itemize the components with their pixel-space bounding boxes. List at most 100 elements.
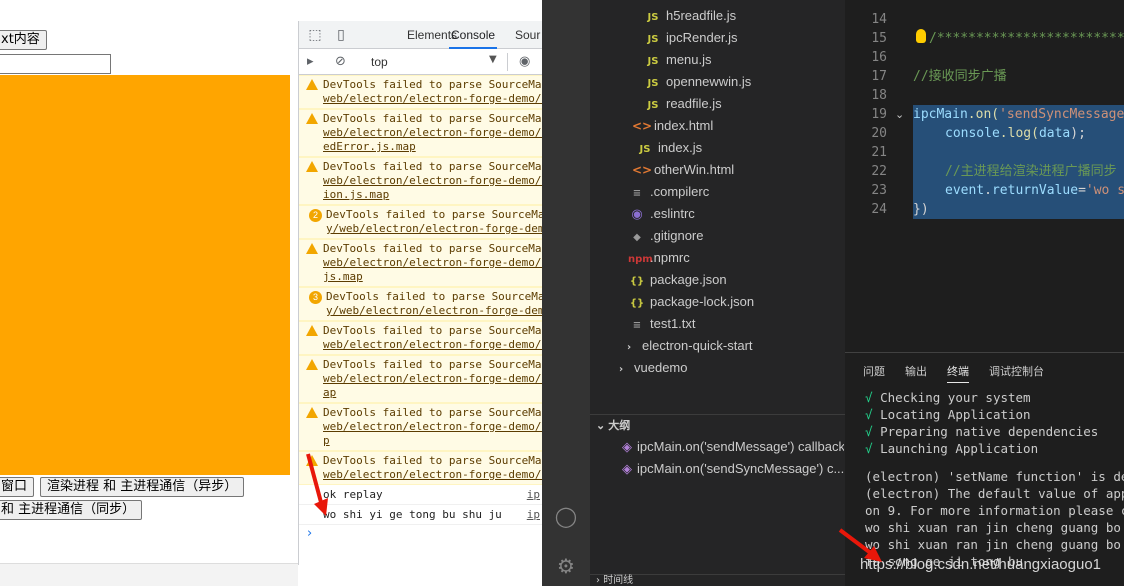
npm-file-icon: npm: [628, 254, 653, 265]
load-text-button[interactable]: xt内容: [0, 30, 47, 50]
warning-icon: [306, 161, 318, 172]
eye-icon[interactable]: ◉: [519, 54, 530, 69]
warning-icon: [306, 79, 318, 90]
source-link[interactable]: web/electron/electron-forge-demo/s: [323, 126, 542, 140]
timeline-header[interactable]: › 时间线: [590, 574, 845, 586]
source-link[interactable]: web/electron/electron-forge-demo/s: [323, 256, 542, 270]
vscode-window: ◯ ⚙ JS h5readfile.js JS ipcRender.js JS menu.…: [542, 0, 1124, 586]
file-item[interactable]: JS h5readfile.js: [644, 5, 737, 27]
file-item[interactable]: JS readfile.js: [644, 93, 722, 115]
console-toolbar: ▸ ⊘ top ▼ ◉: [299, 49, 542, 75]
file-item[interactable]: ◆ .gitignore: [628, 225, 703, 247]
warning-text: DevTools failed to parse SourceMap: [323, 358, 542, 371]
token-data: data: [1038, 126, 1071, 141]
cfg-file-icon: ◆: [633, 232, 641, 243]
fold-chevron-icon[interactable]: ⌄: [895, 105, 904, 124]
file-item[interactable]: npm.npmrc: [628, 247, 690, 269]
account-icon[interactable]: ◯: [554, 504, 578, 528]
inspect-element-icon[interactable]: ⬚: [307, 27, 323, 43]
line-number: 19: [871, 107, 887, 122]
source-link-cont[interactable]: js.map: [323, 270, 542, 284]
code-line-17: //接收同步广播: [913, 69, 1007, 84]
warning-text: DevTools failed to parse SourceMa: [326, 290, 542, 303]
tab-sources[interactable]: Sour: [515, 21, 540, 49]
warning-icon: [306, 325, 318, 336]
context-selector[interactable]: top: [371, 55, 388, 69]
terminal-line: (electron) The default value of app.a: [865, 486, 1124, 501]
terminal-text: Checking your system: [880, 390, 1031, 405]
lightbulb-icon[interactable]: [916, 29, 926, 43]
line-number: 17: [871, 69, 887, 84]
line-number: 23: [871, 183, 887, 198]
tab-debug-console[interactable]: 调试控制台: [989, 363, 1044, 379]
source-link[interactable]: web/electron/electron-forge-demo/s: [323, 174, 542, 188]
warning-icon: [306, 113, 318, 124]
log-source-link[interactable]: ip: [527, 505, 540, 525]
console-warning: DevTools failed to parse SourceMap web/el…: [299, 403, 542, 451]
folder-file-icon: ›: [626, 342, 632, 353]
source-link-cont[interactable]: ion.js.map: [323, 188, 542, 202]
file-item[interactable]: <> index.html: [632, 115, 713, 137]
file-item[interactable]: ≡ test1.txt: [628, 313, 696, 335]
source-link[interactable]: y/web/electron/electron-forge-demo: [326, 304, 542, 318]
text-input[interactable]: [0, 54, 111, 74]
file-item[interactable]: JS opennewwin.js: [644, 71, 752, 93]
js-file-icon: JS: [647, 100, 659, 111]
sidebar-toggle-icon[interactable]: ▸: [307, 54, 314, 69]
folder-item[interactable]: › vuedemo: [612, 357, 688, 379]
file-item[interactable]: JS menu.js: [644, 49, 712, 71]
outline-item[interactable]: ◈ ipcMain.on('sendSyncMessage') c...: [622, 458, 844, 480]
file-item[interactable]: <> otherWin.html: [632, 159, 734, 181]
file-item[interactable]: {} package-lock.json: [628, 291, 754, 313]
clear-console-icon[interactable]: ⊘: [335, 54, 346, 69]
source-link[interactable]: web/electron/electron-forge-demo/s: [323, 338, 542, 352]
source-link[interactable]: web/electron/electron-forge-demo/s: [323, 92, 542, 106]
terminal-line: wo shi xuan ran jin cheng guang bo sh: [865, 520, 1124, 535]
tab-terminal[interactable]: 终端: [947, 363, 969, 383]
check-mark-icon: √: [865, 390, 873, 405]
source-link-cont[interactable]: p: [323, 434, 542, 448]
source-link[interactable]: web/electron/electron-forge-demo/s: [323, 468, 542, 482]
warning-text: DevTools failed to parse SourceMap: [323, 78, 542, 91]
async-ipc-button[interactable]: 渲染进程 和 主进程通信（异步）: [40, 477, 245, 497]
file-name: otherWin.html: [654, 162, 735, 177]
console-warning: DevTools failed to parse SourceMap web/el…: [299, 355, 542, 403]
token-string: 'wo sh: [1085, 183, 1124, 198]
warning-text: DevTools failed to parse SourceMap: [323, 160, 542, 173]
file-name: .eslintrc: [650, 206, 695, 221]
source-link-cont[interactable]: ap: [323, 386, 542, 400]
file-item[interactable]: JS index.js: [636, 137, 703, 159]
file-name: menu.js: [666, 52, 712, 67]
file-item[interactable]: {} package.json: [628, 269, 727, 291]
source-link[interactable]: web/electron/electron-forge-demo/s: [323, 372, 542, 386]
electron-app-window: xt内容 窗口 渲染进程 和 主进程通信（异步） 和 主进程通信（同步）: [0, 0, 298, 586]
source-link-cont[interactable]: edError.js.map: [323, 140, 542, 154]
red-arrow-annotation: [838, 528, 882, 562]
warning-text: DevTools failed to parse SourceMa: [326, 208, 542, 221]
device-toolbar-icon[interactable]: ▯: [333, 27, 349, 43]
tab-console[interactable]: Console: [449, 21, 498, 49]
tab-problems[interactable]: 问题: [863, 363, 885, 379]
outline-header[interactable]: ⌄ 大纲: [590, 414, 845, 436]
outline-item[interactable]: ◈ ipcMain.on('sendMessage') callback: [622, 436, 844, 458]
chevron-down-icon[interactable]: ▼: [489, 54, 497, 65]
gear-icon[interactable]: ⚙: [554, 554, 578, 578]
code-editor[interactable]: 14 15 16 17 18 19 20 21 22 23 24 /****************…: [845, 0, 1124, 352]
eslint-file-icon: ◉: [631, 207, 643, 222]
log-source-link[interactable]: ip: [527, 485, 540, 505]
token-close: );: [1070, 126, 1086, 141]
tab-output[interactable]: 输出: [905, 363, 927, 379]
console-prompt[interactable]: ›: [299, 525, 542, 545]
source-link[interactable]: y/web/electron/electron-forge-demo: [326, 222, 542, 236]
file-item[interactable]: ◉ .eslintrc: [628, 203, 695, 225]
file-name: index.js: [658, 140, 703, 155]
open-window-button[interactable]: 窗口: [0, 477, 35, 497]
file-name: ipcRender.js: [666, 30, 738, 45]
source-link[interactable]: web/electron/electron-forge-demo/s: [323, 420, 542, 434]
warning-icon: [306, 243, 318, 254]
html-file-icon: <>: [632, 163, 653, 177]
file-item[interactable]: JS ipcRender.js: [644, 27, 738, 49]
sync-ipc-button[interactable]: 和 主进程通信（同步）: [0, 500, 143, 520]
folder-item[interactable]: › electron-quick-start: [620, 335, 753, 357]
file-item[interactable]: ≡ .compilerc: [628, 181, 709, 203]
